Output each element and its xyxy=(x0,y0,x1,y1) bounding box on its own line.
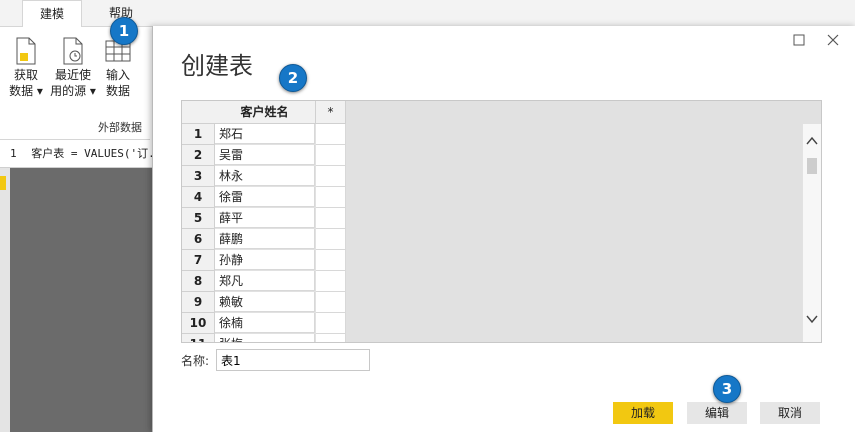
grid-cell[interactable]: 郑石 xyxy=(215,124,315,144)
row-number: 6 xyxy=(182,229,215,250)
grid-cell-empty[interactable] xyxy=(316,271,346,292)
row-number: 8 xyxy=(182,271,215,292)
grid-cell-empty[interactable] xyxy=(316,334,346,342)
cancel-button[interactable]: 取消 xyxy=(760,402,820,424)
scroll-down-icon[interactable] xyxy=(806,314,818,324)
row-number: 10 xyxy=(182,313,215,334)
table-name-label: 名称: xyxy=(181,354,210,368)
formula-bar[interactable]: 1 客户表 = VALUES('订... xyxy=(0,141,152,168)
grid-corner[interactable] xyxy=(182,101,215,124)
recent-document-icon xyxy=(63,37,83,65)
grid-cell-empty[interactable] xyxy=(316,166,346,187)
scroll-up-icon[interactable] xyxy=(806,136,818,146)
table-row[interactable]: 4 徐雷 xyxy=(182,187,346,208)
grid-cell-empty[interactable] xyxy=(316,145,346,166)
row-number: 5 xyxy=(182,208,215,229)
grid-cell[interactable]: 张梅 xyxy=(215,334,315,342)
row-number: 2 xyxy=(182,145,215,166)
grid-rows: 1 郑石 2 吴雷 3 林永 4 徐雷 5 薛平 6 薛鹏 7 孙静 8 郑凡 … xyxy=(182,124,346,342)
table-row[interactable]: 10 徐楠 xyxy=(182,313,346,334)
row-number: 7 xyxy=(182,250,215,271)
grid-cell[interactable]: 薛鹏 xyxy=(215,229,315,249)
external-data-group-label: 外部数据 xyxy=(98,121,142,134)
grid-cell-empty[interactable] xyxy=(316,208,346,229)
grid-cell-empty[interactable] xyxy=(316,124,346,145)
row-number: 4 xyxy=(182,187,215,208)
tab-modeling[interactable]: 建模 xyxy=(22,0,82,28)
create-table-dialog: 创建表 客户姓名 * 1 郑石 2 吴雷 3 林永 4 徐雷 5 薛平 6 薛鹏… xyxy=(152,26,855,432)
table-name-input[interactable] xyxy=(216,349,370,371)
grid-cell[interactable]: 徐楠 xyxy=(215,313,315,333)
table-row[interactable]: 7 孙静 xyxy=(182,250,346,271)
row-number: 1 xyxy=(182,124,215,145)
table-row[interactable]: 9 赖敏 xyxy=(182,292,346,313)
add-column-header[interactable]: * xyxy=(316,101,346,124)
grid-cell[interactable]: 赖敏 xyxy=(215,292,315,312)
column-header-customer-name[interactable]: 客户姓名 xyxy=(214,101,316,124)
step-badge-1: 1 xyxy=(110,17,138,45)
enter-data-label-1: 输入 xyxy=(105,68,130,82)
document-icon xyxy=(16,37,36,65)
table-row[interactable]: 1 郑石 xyxy=(182,124,346,145)
data-entry-grid[interactable]: 客户姓名 * 1 郑石 2 吴雷 3 林永 4 徐雷 5 薛平 6 薛鹏 7 孙… xyxy=(181,100,822,343)
get-data-label-1: 获取 xyxy=(13,68,38,82)
grid-cell[interactable]: 徐雷 xyxy=(215,187,315,207)
table-row[interactable]: 6 薛鹏 xyxy=(182,229,346,250)
load-button[interactable]: 加载 xyxy=(613,402,673,424)
formula-text: 客户表 = VALUES('订... xyxy=(31,147,152,160)
grid-cell-empty[interactable] xyxy=(316,229,346,250)
scroll-thumb[interactable] xyxy=(807,158,817,174)
recent-sources-button[interactable]: 最近使 用的源 ▾ xyxy=(48,37,98,99)
enter-data-button[interactable]: 输入 数据 xyxy=(98,37,138,99)
grid-cell-empty[interactable] xyxy=(316,250,346,271)
grid-cell-empty[interactable] xyxy=(316,313,346,334)
grid-cell[interactable]: 郑凡 xyxy=(215,271,315,291)
vertical-scrollbar[interactable] xyxy=(802,124,821,342)
table-row[interactable]: 11 张梅 xyxy=(182,334,346,342)
get-data-label-2: 数据 ▾ xyxy=(9,84,43,98)
page-marker xyxy=(0,176,6,190)
pane-strip xyxy=(0,168,10,432)
table-row[interactable]: 5 薛平 xyxy=(182,208,346,229)
get-data-button[interactable]: 获取 数据 ▾ xyxy=(4,37,48,99)
grid-cell[interactable]: 林永 xyxy=(215,166,315,186)
report-canvas xyxy=(0,168,152,432)
grid-cell[interactable]: 吴雷 xyxy=(215,145,315,165)
grid-cell-empty[interactable] xyxy=(316,187,346,208)
close-icon[interactable] xyxy=(827,34,839,50)
row-number: 9 xyxy=(182,292,215,313)
table-row[interactable]: 3 林永 xyxy=(182,166,346,187)
enter-data-label-2: 数据 xyxy=(105,84,130,98)
step-badge-3: 3 xyxy=(713,375,741,403)
grid-cell-empty[interactable] xyxy=(316,292,346,313)
recent-sources-label-1: 最近使 xyxy=(54,68,91,82)
grid-cell[interactable]: 薛平 xyxy=(215,208,315,228)
dialog-title: 创建表 xyxy=(181,52,253,80)
formula-line-number: 1 xyxy=(10,147,17,160)
table-row[interactable]: 2 吴雷 xyxy=(182,145,346,166)
step-badge-2: 2 xyxy=(279,64,307,92)
edit-button[interactable]: 编辑 xyxy=(687,402,747,424)
row-number: 11 xyxy=(182,334,215,342)
row-number: 3 xyxy=(182,166,215,187)
table-row[interactable]: 8 郑凡 xyxy=(182,271,346,292)
maximize-icon[interactable] xyxy=(793,34,805,50)
recent-sources-label-2: 用的源 ▾ xyxy=(50,84,96,98)
grid-cell[interactable]: 孙静 xyxy=(215,250,315,270)
